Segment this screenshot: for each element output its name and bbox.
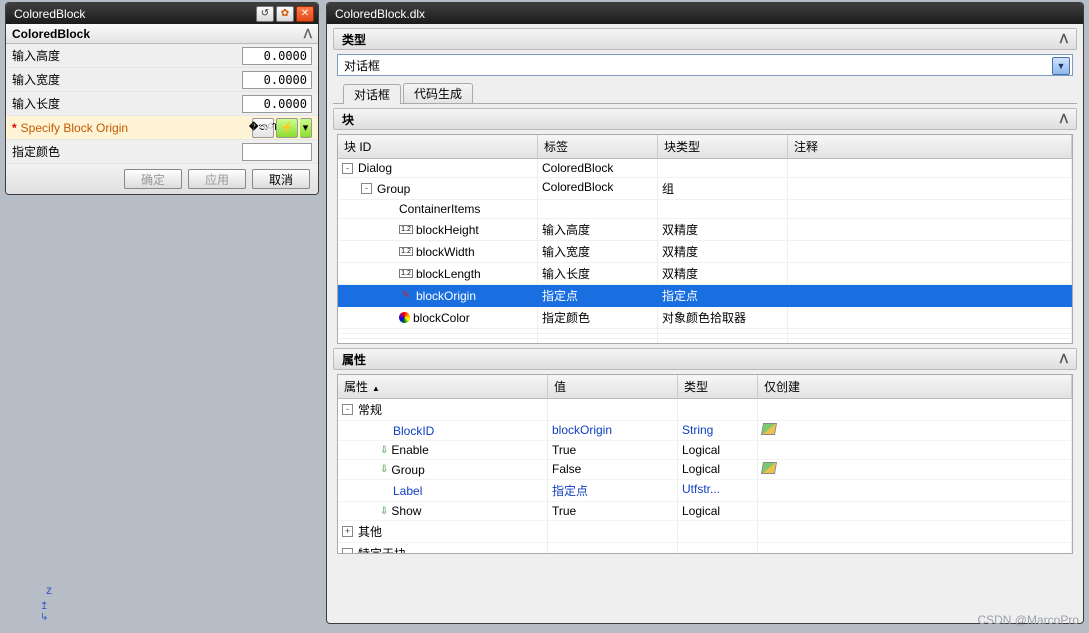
tree-row-ContainerItems[interactable]: ContainerItems bbox=[338, 200, 1072, 219]
prop-group-general[interactable]: -常规 bbox=[338, 399, 1072, 421]
tree-row-blockWidth[interactable]: blockWidth输入宽度双精度 bbox=[338, 241, 1072, 263]
col-prop[interactable]: 属性▲ bbox=[338, 375, 548, 399]
dialog-titlebar[interactable]: ColoredBlock ↺ ✿ ✕ bbox=[6, 3, 318, 24]
num-icon bbox=[399, 268, 413, 280]
col-label[interactable]: 标签 bbox=[538, 135, 658, 159]
watermark: CSDN @MarcoPro bbox=[977, 613, 1079, 627]
color-picker[interactable] bbox=[242, 143, 312, 161]
arrow-down-icon: ⇩ bbox=[380, 464, 388, 475]
required-asterisk-icon: * bbox=[12, 121, 17, 135]
chevron-up-icon: ᐱ bbox=[1060, 32, 1068, 46]
editor-titlebar[interactable]: ColoredBlock.dlx bbox=[327, 3, 1083, 24]
tree-row-Group[interactable]: -GroupColoredBlock组 bbox=[338, 178, 1072, 200]
vec-icon: ✎ bbox=[399, 290, 413, 302]
row-height: 输入高度 bbox=[6, 44, 318, 68]
infer-point-button[interactable]: ⚡ bbox=[276, 118, 298, 138]
num-icon bbox=[399, 224, 413, 236]
prop-group-other[interactable]: +其他 bbox=[338, 521, 1072, 543]
prop-row-Enable[interactable]: ⇩EnableTrueLogical bbox=[338, 441, 1072, 460]
dialog-type-combo[interactable]: 对话框 ▼ bbox=[337, 54, 1073, 76]
close-icon[interactable]: ✕ bbox=[296, 6, 314, 22]
prop-row-Group[interactable]: ⇩GroupFalseLogical bbox=[338, 460, 1072, 480]
col-block-type[interactable]: 块类型 bbox=[658, 135, 788, 159]
col-value[interactable]: 值 bbox=[548, 375, 678, 399]
label-origin: *Specify Block Origin bbox=[12, 121, 250, 135]
edit-icon bbox=[761, 423, 777, 435]
tree-twisty-icon[interactable]: - bbox=[342, 404, 353, 415]
tree-twisty-icon[interactable]: - bbox=[342, 163, 353, 174]
editor-title: ColoredBlock.dlx bbox=[335, 7, 1079, 21]
infer-point-dropdown[interactable]: ▾ bbox=[300, 118, 312, 138]
col-create-only[interactable]: 仅创建 bbox=[758, 375, 1072, 399]
prop-group-specific[interactable]: -特定于块 bbox=[338, 543, 1072, 554]
axis-triad[interactable]: z↥↳ bbox=[40, 601, 48, 623]
row-color: 指定颜色 bbox=[6, 140, 318, 164]
col-ptype[interactable]: 类型 bbox=[678, 375, 758, 399]
cancel-button[interactable]: 取消 bbox=[252, 169, 310, 189]
arrow-down-icon: ⇩ bbox=[380, 506, 388, 517]
label-color: 指定颜色 bbox=[12, 143, 242, 160]
col-block-id[interactable]: 块 ID bbox=[338, 135, 538, 159]
edit-icon bbox=[761, 462, 777, 474]
col-note[interactable]: 注释 bbox=[788, 135, 1072, 159]
tree-twisty-icon[interactable]: + bbox=[342, 526, 353, 537]
col-icon bbox=[399, 312, 410, 323]
gear-icon[interactable]: ✿ bbox=[276, 6, 294, 22]
tab-codegen[interactable]: 代码生成 bbox=[403, 83, 473, 103]
property-grid[interactable]: 属性▲ 值 类型 仅创建 -常规BlockIDblockOriginString… bbox=[337, 374, 1073, 554]
tree-row-Dialog[interactable]: -DialogColoredBlock bbox=[338, 159, 1072, 178]
point-constructor-button[interactable]: �තា bbox=[252, 118, 274, 138]
colored-block-dialog: ColoredBlock ↺ ✿ ✕ ColoredBlock ᐱ 输入高度 输… bbox=[5, 2, 319, 195]
label-width: 输入宽度 bbox=[12, 71, 242, 88]
row-width: 输入宽度 bbox=[6, 68, 318, 92]
arrow-down-icon: ⇩ bbox=[380, 445, 388, 456]
prop-row-Label[interactable]: Label指定点Utfstr... bbox=[338, 480, 1072, 502]
ok-button[interactable]: 确定 bbox=[124, 169, 182, 189]
tree-row-blockLength[interactable]: blockLength输入长度双精度 bbox=[338, 263, 1072, 285]
tree-row-blockColor[interactable]: blockColor指定颜色对象颜色拾取器 bbox=[338, 307, 1072, 329]
sort-asc-icon: ▲ bbox=[372, 384, 380, 393]
block-styler-editor: ColoredBlock.dlx 类型ᐱ 对话框 ▼ 对话框 代码生成 块ᐱ 块… bbox=[326, 2, 1084, 624]
tree-row-blockHeight[interactable]: blockHeight输入高度双精度 bbox=[338, 219, 1072, 241]
row-origin[interactable]: *Specify Block Origin �තា ⚡▾ bbox=[6, 116, 318, 140]
chevron-down-icon[interactable]: ▼ bbox=[1052, 57, 1070, 75]
section-props-header[interactable]: 属性ᐱ bbox=[333, 348, 1077, 370]
label-height: 输入高度 bbox=[12, 47, 242, 64]
editor-tabs: 对话框 代码生成 bbox=[333, 82, 1077, 104]
input-width[interactable] bbox=[242, 71, 312, 89]
group-header[interactable]: ColoredBlock ᐱ bbox=[6, 24, 318, 44]
reset-icon[interactable]: ↺ bbox=[256, 6, 274, 22]
row-length: 输入长度 bbox=[6, 92, 318, 116]
dialog-type-value: 对话框 bbox=[344, 57, 380, 74]
tree-row-blockOrigin[interactable]: ✎blockOrigin指定点指定点 bbox=[338, 285, 1072, 307]
block-tree-header: 块 ID 标签 块类型 注释 bbox=[338, 135, 1072, 159]
chevron-up-icon: ᐱ bbox=[1060, 352, 1068, 366]
section-block-header[interactable]: 块ᐱ bbox=[333, 108, 1077, 130]
tree-twisty-icon[interactable]: - bbox=[361, 183, 372, 194]
tab-dialog[interactable]: 对话框 bbox=[343, 84, 401, 104]
dialog-title: ColoredBlock bbox=[14, 7, 254, 21]
group-title: ColoredBlock bbox=[12, 27, 90, 41]
prop-row-BlockID[interactable]: BlockIDblockOriginString bbox=[338, 421, 1072, 441]
property-grid-header: 属性▲ 值 类型 仅创建 bbox=[338, 375, 1072, 399]
collapse-icon[interactable]: ᐱ bbox=[304, 27, 312, 41]
tree-twisty-icon[interactable]: - bbox=[342, 548, 353, 554]
apply-button[interactable]: 应用 bbox=[188, 169, 246, 189]
input-height[interactable] bbox=[242, 47, 312, 65]
prop-row-Show[interactable]: ⇩ShowTrueLogical bbox=[338, 502, 1072, 521]
input-length[interactable] bbox=[242, 95, 312, 113]
section-type-header[interactable]: 类型ᐱ bbox=[333, 28, 1077, 50]
chevron-up-icon: ᐱ bbox=[1060, 112, 1068, 126]
block-tree[interactable]: 块 ID 标签 块类型 注释 -DialogColoredBlock-Group… bbox=[337, 134, 1073, 344]
num-icon bbox=[399, 246, 413, 258]
dialog-button-bar: 确定 应用 取消 bbox=[6, 164, 318, 194]
label-length: 输入长度 bbox=[12, 95, 242, 112]
